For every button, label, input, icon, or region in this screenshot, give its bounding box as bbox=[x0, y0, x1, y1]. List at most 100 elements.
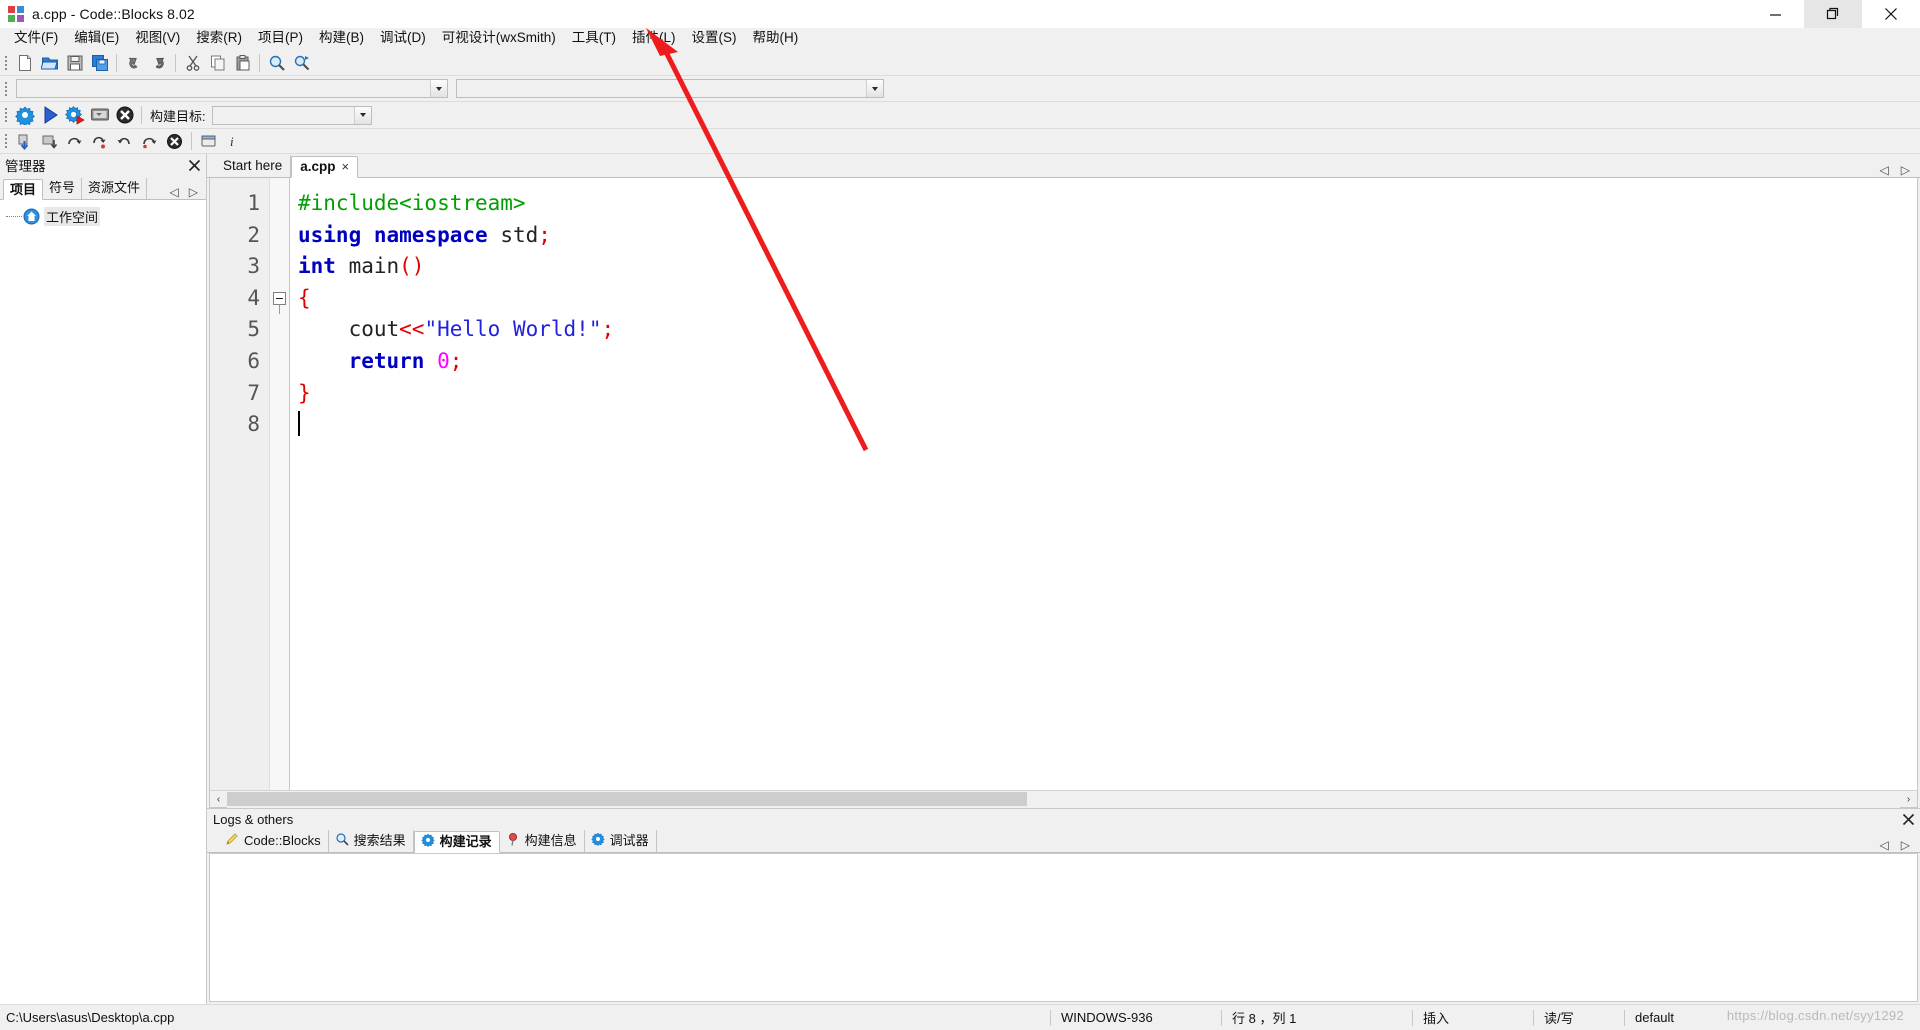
chevron-left-icon[interactable]: ◁ bbox=[170, 185, 179, 199]
debug-step-into-icon[interactable] bbox=[88, 130, 111, 152]
build-target-combo[interactable] bbox=[212, 106, 372, 125]
logs-tab-label: 构建信息 bbox=[525, 833, 577, 849]
menu-tools[interactable]: 工具(T) bbox=[564, 28, 624, 49]
save-all-icon[interactable] bbox=[88, 52, 111, 74]
scroll-left-icon[interactable]: ‹ bbox=[210, 791, 227, 808]
menu-file[interactable]: 文件(F) bbox=[6, 28, 66, 49]
logs-content[interactable] bbox=[209, 853, 1918, 1002]
scroll-thumb[interactable] bbox=[227, 792, 1027, 806]
status-profile: default bbox=[1625, 1005, 1735, 1030]
toolbar-gripper[interactable] bbox=[2, 80, 10, 98]
save-icon[interactable] bbox=[63, 52, 86, 74]
toolbar-gripper[interactable] bbox=[2, 106, 10, 124]
build-and-run-icon[interactable] bbox=[63, 104, 86, 126]
code-token: int bbox=[298, 254, 336, 278]
menu-help[interactable]: 帮助(H) bbox=[745, 28, 807, 49]
menu-settings[interactable]: 设置(S) bbox=[684, 28, 745, 49]
logs-tab-codeblocks[interactable]: Code::Blocks bbox=[219, 830, 329, 852]
code-token: #include<iostream> bbox=[298, 191, 526, 215]
toolbar-separator bbox=[191, 132, 192, 150]
close-icon[interactable] bbox=[1862, 0, 1920, 28]
logs-panel: Logs & others bbox=[207, 808, 1920, 1004]
debug-run-to-cursor-icon[interactable] bbox=[38, 130, 61, 152]
codeblocks-window: a.cpp - Code::Blocks 8.02 文件(F) 编辑(E) bbox=[0, 0, 1920, 1030]
status-cursor-position: 行 8 ，列 1 bbox=[1222, 1005, 1412, 1030]
tab-close-icon[interactable]: × bbox=[342, 158, 350, 175]
menu-view[interactable]: 视图(V) bbox=[127, 28, 188, 49]
chevron-left-icon[interactable]: ◁ bbox=[1880, 163, 1889, 177]
debug-info-icon[interactable]: i bbox=[222, 130, 245, 152]
fold-collapse-icon[interactable] bbox=[273, 292, 286, 305]
debug-continue-icon[interactable] bbox=[13, 130, 36, 152]
watermark-text: https://blog.csdn.net/syy1292 bbox=[1727, 1008, 1904, 1023]
cut-icon[interactable] bbox=[181, 52, 204, 74]
sidebar-tab-projects[interactable]: 项目 bbox=[3, 179, 43, 200]
editor-surface[interactable]: 1 2 3 4 5 6 7 8 bbox=[210, 178, 1917, 790]
debug-step-out-icon[interactable] bbox=[113, 130, 136, 152]
chevron-down-icon[interactable] bbox=[430, 80, 447, 97]
minimize-icon[interactable] bbox=[1746, 0, 1804, 28]
scroll-track[interactable] bbox=[227, 791, 1900, 808]
chevron-right-icon[interactable]: ▷ bbox=[1901, 163, 1910, 177]
menu-edit[interactable]: 编辑(E) bbox=[66, 28, 127, 49]
chevron-left-icon[interactable]: ◁ bbox=[1880, 838, 1889, 852]
chevron-down-icon[interactable] bbox=[354, 107, 371, 124]
logs-tab-label: 搜索结果 bbox=[354, 833, 406, 849]
pencil-icon bbox=[225, 832, 239, 850]
redo-icon[interactable] bbox=[147, 52, 170, 74]
fold-cell[interactable] bbox=[270, 283, 289, 315]
debug-next-line-icon[interactable] bbox=[63, 130, 86, 152]
logs-tab-search-results[interactable]: 搜索结果 bbox=[329, 830, 414, 852]
scope-combo[interactable] bbox=[16, 79, 448, 98]
open-file-icon[interactable] bbox=[38, 52, 61, 74]
abort-icon[interactable] bbox=[113, 104, 136, 126]
project-tree[interactable]: 工作空间 bbox=[0, 200, 206, 1004]
undo-icon[interactable] bbox=[122, 52, 145, 74]
chevron-right-icon[interactable]: ▷ bbox=[1901, 838, 1910, 852]
tab-start-here[interactable]: Start here bbox=[215, 155, 291, 177]
menu-wxsmith[interactable]: 可视设计(wxSmith) bbox=[434, 28, 564, 49]
tab-a-cpp[interactable]: a.cpp × bbox=[291, 156, 358, 178]
debug-toolbar: i bbox=[0, 129, 1920, 154]
new-file-icon[interactable] bbox=[13, 52, 36, 74]
rebuild-icon[interactable] bbox=[88, 104, 111, 126]
chevron-down-icon[interactable] bbox=[866, 80, 883, 97]
menu-project[interactable]: 项目(P) bbox=[250, 28, 311, 49]
debug-stop-icon[interactable] bbox=[163, 130, 186, 152]
replace-icon[interactable] bbox=[290, 52, 313, 74]
logs-tab-build-log[interactable]: 构建记录 bbox=[414, 831, 500, 853]
code-token: } bbox=[298, 381, 311, 405]
menu-build[interactable]: 构建(B) bbox=[311, 28, 372, 49]
function-combo[interactable] bbox=[456, 79, 884, 98]
toolbar-gripper[interactable] bbox=[2, 54, 10, 72]
restore-icon[interactable] bbox=[1804, 0, 1862, 28]
code-text[interactable]: #include<iostream>using namespace std;in… bbox=[290, 178, 1917, 790]
menu-debug[interactable]: 调试(D) bbox=[372, 28, 434, 49]
editor-horizontal-scrollbar[interactable]: ‹ › bbox=[210, 790, 1917, 807]
fold-cell bbox=[270, 220, 289, 252]
run-icon[interactable] bbox=[38, 104, 61, 126]
debug-window-icon[interactable] bbox=[197, 130, 220, 152]
scroll-right-icon[interactable]: › bbox=[1900, 791, 1917, 808]
code-token: "Hello World!" bbox=[424, 317, 601, 341]
chevron-right-icon[interactable]: ▷ bbox=[189, 185, 198, 199]
copy-icon[interactable] bbox=[206, 52, 229, 74]
pin-icon bbox=[506, 832, 520, 850]
find-icon[interactable] bbox=[265, 52, 288, 74]
debug-next-instruction-icon[interactable] bbox=[138, 130, 161, 152]
fold-gutter[interactable] bbox=[270, 178, 290, 790]
sidebar-tab-resources[interactable]: 资源文件 bbox=[82, 178, 147, 199]
menu-search[interactable]: 搜索(R) bbox=[188, 28, 250, 49]
logs-tab-build-messages[interactable]: 构建信息 bbox=[500, 830, 585, 852]
close-icon[interactable] bbox=[186, 157, 202, 173]
logs-tab-debugger[interactable]: 调试器 bbox=[585, 830, 657, 852]
workspace-home-icon bbox=[23, 208, 40, 225]
toolbar-gripper[interactable] bbox=[2, 132, 10, 150]
menu-plugins[interactable]: 插件(L) bbox=[624, 28, 684, 49]
sidebar-tab-symbols[interactable]: 符号 bbox=[43, 178, 82, 199]
paste-icon[interactable] bbox=[231, 52, 254, 74]
build-icon[interactable] bbox=[13, 104, 36, 126]
tree-item-workspace[interactable]: 工作空间 bbox=[6, 206, 206, 226]
logs-tab-label: 构建记录 bbox=[440, 834, 492, 850]
close-icon[interactable] bbox=[1900, 811, 1916, 827]
